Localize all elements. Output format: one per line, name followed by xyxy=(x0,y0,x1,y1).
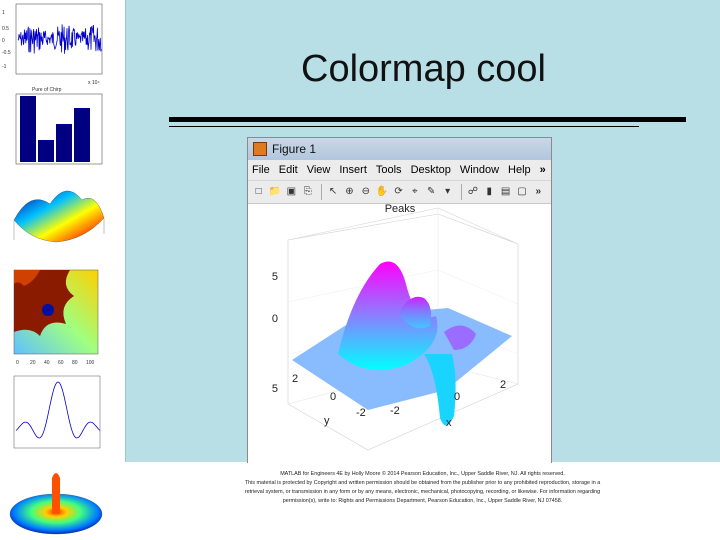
svg-text:20: 20 xyxy=(30,360,36,366)
rotate-3d-icon[interactable]: ⟳ xyxy=(392,185,405,199)
menu-view[interactable]: View xyxy=(307,164,331,176)
z-tick-label: 0 xyxy=(272,313,278,325)
x-axis-label: x xyxy=(446,417,452,429)
pan-hand-icon[interactable]: ✋ xyxy=(375,185,388,199)
x-tick-label: -2 xyxy=(390,405,400,417)
slide-panel: Colormap cool Figure 1 File Edit View In… xyxy=(125,0,720,463)
footer-line: retrieval system, or transmission in any… xyxy=(244,489,601,495)
svg-text:1: 1 xyxy=(2,10,5,16)
zoom-in-icon[interactable]: ⊕ xyxy=(343,185,356,199)
footer-line: This material is protected by Copyright … xyxy=(244,480,601,486)
svg-text:100: 100 xyxy=(86,360,95,366)
y-tick-label: 0 xyxy=(330,391,336,403)
brush-icon[interactable]: ✎ xyxy=(425,185,438,199)
thumb-sinc xyxy=(13,375,101,449)
peaks-surface-plot: Peaks 5 0 5 2 0 -2 y -2 0 2 x xyxy=(272,203,519,451)
x-tick-label: 2 xyxy=(500,379,506,391)
hide-plot-tools-icon[interactable]: ▢ xyxy=(515,185,528,199)
title-rule-thin xyxy=(169,126,639,127)
print-icon[interactable]: ⎘ xyxy=(301,185,314,199)
menu-file[interactable]: File xyxy=(252,164,270,176)
matlab-figure-icon xyxy=(253,142,267,156)
title-rule-thick xyxy=(169,117,686,122)
thumb-surface-jet xyxy=(13,190,105,243)
y-tick-label: 2 xyxy=(292,373,298,385)
thumb-waveform: 1 0.5 0 -0.5 -1 x 10⁴ xyxy=(2,3,103,86)
zoom-out-icon[interactable]: ⊖ xyxy=(359,185,372,199)
svg-text:0: 0 xyxy=(16,360,19,366)
footer-line: permission(s), write to: Rights and Perm… xyxy=(282,498,563,504)
thumb-sombrero xyxy=(9,473,103,535)
menu-help[interactable]: Help xyxy=(508,164,531,176)
figure-titlebar[interactable]: Figure 1 xyxy=(248,138,551,160)
x-tick-label: 0 xyxy=(454,391,460,403)
sidebar: 1 0.5 0 -0.5 -1 x 10⁴ Pure of Chirp 0 20… xyxy=(0,0,125,540)
z-tick-label: 5 xyxy=(272,383,278,395)
slide-title: Colormap cool xyxy=(301,48,546,90)
menu-desktop[interactable]: Desktop xyxy=(411,164,451,176)
link-plot-icon[interactable]: ☍ xyxy=(466,185,479,199)
data-cursor-icon[interactable]: ⌖ xyxy=(408,185,421,199)
svg-text:-0.5: -0.5 xyxy=(2,50,11,56)
brush-dropdown-icon[interactable]: ▾ xyxy=(441,185,454,199)
plot-canvas[interactable]: Peaks 5 0 5 2 0 -2 y -2 0 2 x xyxy=(248,203,551,463)
svg-text:80: 80 xyxy=(72,360,78,366)
y-axis-label: y xyxy=(324,415,330,427)
footer-line: MATLAB for Engineers 4E by Holly Moore ©… xyxy=(280,471,565,477)
new-figure-icon[interactable]: □ xyxy=(252,185,265,199)
svg-text:0: 0 xyxy=(2,38,5,44)
toolbar-overflow-chevron[interactable]: » xyxy=(532,185,545,199)
menu-overflow-chevron[interactable]: » xyxy=(540,164,546,176)
save-icon[interactable]: ▣ xyxy=(285,185,298,199)
open-file-icon[interactable]: 📁 xyxy=(268,185,281,199)
figure-toolbar: □ 📁 ▣ ⎘ ↖ ⊕ ⊖ ✋ ⟳ ⌖ ✎ ▾ ☍ ▮ ▤ ▢ » xyxy=(248,181,551,204)
toolbar-separator xyxy=(461,184,463,200)
menu-window[interactable]: Window xyxy=(460,164,499,176)
figure-window: Figure 1 File Edit View Insert Tools Des… xyxy=(247,137,552,463)
menu-edit[interactable]: Edit xyxy=(279,164,298,176)
svg-text:60: 60 xyxy=(58,360,64,366)
z-tick-label: 5 xyxy=(272,271,278,283)
edit-plot-arrow-icon[interactable]: ↖ xyxy=(326,185,339,199)
menu-tools[interactable]: Tools xyxy=(376,164,402,176)
toolbar-separator xyxy=(321,184,323,200)
menu-insert[interactable]: Insert xyxy=(339,164,367,176)
svg-text:0.5: 0.5 xyxy=(2,26,9,32)
y-tick-label: -2 xyxy=(356,407,366,419)
plot-title: Peaks xyxy=(385,204,416,215)
figure-title: Figure 1 xyxy=(272,142,317,156)
copyright-footer: MATLAB for Engineers 4E by Holly Moore ©… xyxy=(125,470,720,506)
insert-legend-icon[interactable]: ▤ xyxy=(499,185,512,199)
svg-text:-1: -1 xyxy=(2,64,7,70)
thumb-fractal: 0 20 40 60 80 100 xyxy=(13,269,99,366)
insert-colorbar-icon[interactable]: ▮ xyxy=(483,185,496,199)
svg-text:40: 40 xyxy=(44,360,50,366)
thumb-histogram: Pure of Chirp xyxy=(15,87,103,165)
figure-menubar: File Edit View Insert Tools Desktop Wind… xyxy=(248,160,551,181)
svg-text:Pure of Chirp: Pure of Chirp xyxy=(32,87,62,93)
